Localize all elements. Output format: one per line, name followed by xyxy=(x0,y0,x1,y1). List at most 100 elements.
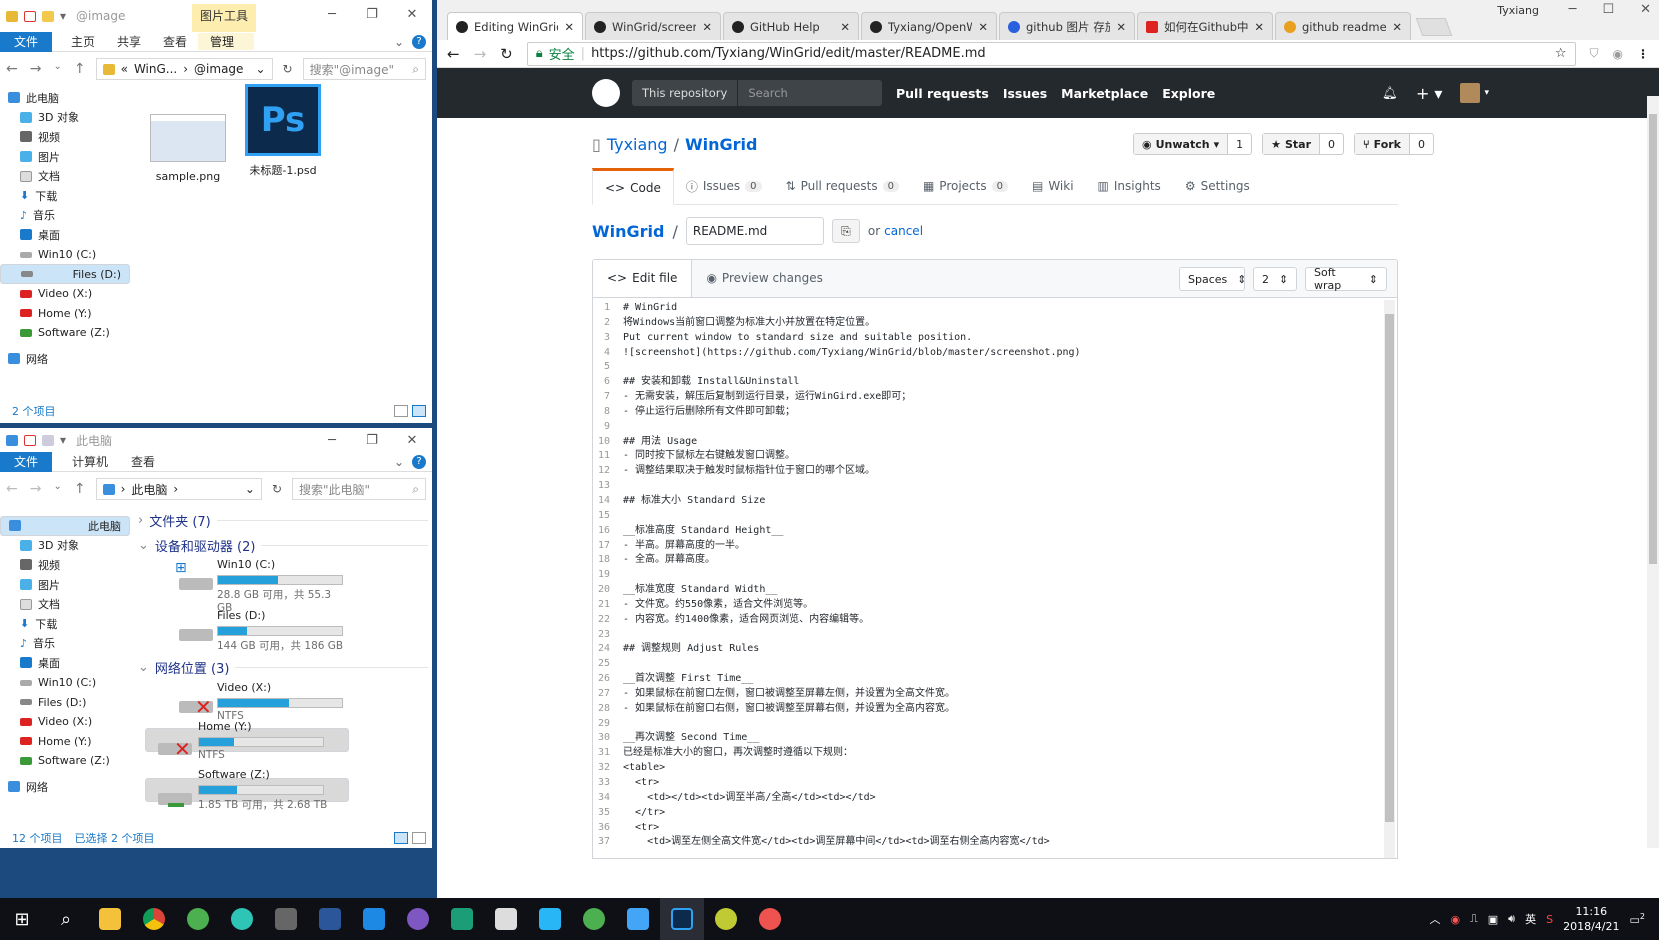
sidebar-item-drive-y[interactable]: Home (Y:) xyxy=(0,732,130,752)
code-line[interactable]: 5 xyxy=(593,360,1383,375)
code-line[interactable]: 27 - 如果鼠标在前窗口左侧，窗口被调整至屏幕左侧，并设置为全高文件宽。 xyxy=(593,687,1383,702)
group-devices[interactable]: ⌄ 设备和驱动器 (2) xyxy=(138,536,428,555)
maximize-icon[interactable]: ☐ xyxy=(1602,2,1614,17)
code-line[interactable]: 13 xyxy=(593,479,1383,494)
minimize-icon[interactable]: ─ xyxy=(312,428,352,452)
sidebar-item-videos[interactable]: 视频 xyxy=(0,555,130,575)
browser-tab[interactable]: 如何在Github中添 ✕ xyxy=(1137,12,1273,40)
address-bar[interactable]: › 此电脑 › ⌄ xyxy=(95,478,262,500)
sidebar-item-drive-c[interactable]: Win10 (C:) xyxy=(0,673,130,693)
bell-icon[interactable]: 🔔︎ xyxy=(1382,85,1398,101)
search-input[interactable]: 搜索"此电脑" ⌕ xyxy=(292,478,426,500)
group-network-locations[interactable]: ⌄ 网络位置 (3) xyxy=(138,658,428,677)
code-area[interactable]: 1 # WinGrid 2 将Windows当前窗口调整为标准大小并放置在特定位置。 3… xyxy=(593,300,1383,858)
nav-link-issues[interactable]: Issues xyxy=(1003,86,1047,101)
code-line[interactable]: 10 ## 用法 Usage xyxy=(593,435,1383,450)
minimize-icon[interactable]: ─ xyxy=(1569,2,1577,17)
help-icon[interactable]: ? xyxy=(412,34,426,49)
code-line[interactable]: 12 - 调整结果取决于触发时鼠标指针位于窗口的哪个区域。 xyxy=(593,464,1383,479)
notifications-icon[interactable]: ▭2 xyxy=(1630,912,1646,927)
tab-projects[interactable]: ▦ Projects 0 xyxy=(911,168,1020,204)
drive-item-d[interactable]: Files (D:) 144 GB 可用，共 186 GB xyxy=(145,605,349,653)
drive-item-z[interactable]: Software (Z:) 1.85 TB 可用，共 2.68 TB xyxy=(145,768,349,811)
new-folder-icon[interactable] xyxy=(42,434,54,446)
back-arrow-icon[interactable]: ← xyxy=(447,45,460,63)
tab-preview-changes[interactable]: ◉ Preview changes xyxy=(692,260,836,297)
tab-manage[interactable]: 管理 xyxy=(198,33,254,50)
github-search[interactable]: This repository Search xyxy=(632,80,882,106)
details-view-icon[interactable] xyxy=(394,405,408,417)
tab-wiki[interactable]: ▤ Wiki xyxy=(1020,168,1086,204)
chevron-down-icon[interactable]: ⌄ xyxy=(245,482,255,496)
bookmark-star-icon[interactable]: ☆ xyxy=(1555,46,1567,61)
code-line[interactable]: 9 xyxy=(593,420,1383,435)
code-line[interactable]: 16 __标准高度 Standard Height__ xyxy=(593,524,1383,539)
cancel-link[interactable]: cancel xyxy=(884,224,923,238)
properties-icon[interactable] xyxy=(24,434,36,446)
expand-ribbon-icon[interactable]: ⌄ xyxy=(394,455,404,469)
sidebar-item-desktop[interactable]: 桌面 xyxy=(0,225,130,245)
back-arrow-icon[interactable]: ← xyxy=(6,481,18,497)
close-tab-icon[interactable]: ✕ xyxy=(564,20,574,34)
close-icon[interactable]: ✕ xyxy=(392,0,432,28)
profile-name[interactable]: Tyxiang xyxy=(1497,4,1539,17)
url-bar[interactable]: 🔒︎ 安全 | https://github.com/Tyxiang/WinGr… xyxy=(526,41,1576,66)
new-tab-button[interactable] xyxy=(1415,18,1453,36)
taskbar-app[interactable] xyxy=(616,898,660,940)
up-arrow-icon[interactable]: ↑ xyxy=(74,61,86,77)
code-line[interactable]: 19 xyxy=(593,568,1383,583)
code-line[interactable]: 35 </tr> xyxy=(593,806,1383,821)
sidebar-item-this-pc[interactable]: 此电脑 xyxy=(0,516,130,536)
code-line[interactable]: 11 - 同时按下鼠标左右键触发窗口调整。 xyxy=(593,449,1383,464)
plus-icon[interactable]: + ▾ xyxy=(1416,84,1443,103)
tab-file[interactable]: 文件 xyxy=(0,31,52,52)
code-line[interactable]: 21 - 文件宽。约550像素，适合文件浏览等。 xyxy=(593,598,1383,613)
extension-icon[interactable]: ◉ xyxy=(1613,47,1623,61)
minimize-icon[interactable]: ─ xyxy=(312,0,352,28)
refresh-icon[interactable]: ↻ xyxy=(272,482,282,496)
extension-icon[interactable]: ⛉ xyxy=(1590,46,1599,61)
forward-arrow-icon[interactable]: → xyxy=(30,61,42,77)
large-icons-view-icon[interactable] xyxy=(412,405,426,417)
code-line[interactable]: 26 __首次调整 First Time__ xyxy=(593,672,1383,687)
sidebar-item-3d[interactable]: 3D 对象 xyxy=(0,108,130,128)
taskbar-app-photoshop[interactable] xyxy=(660,898,704,940)
sidebar-item-pictures[interactable]: 图片 xyxy=(0,147,130,167)
large-icons-view-icon[interactable] xyxy=(412,832,426,844)
network-icon[interactable]: ▣ xyxy=(1488,913,1498,926)
code-line[interactable]: 22 - 内容宽。约1400像素，适合网页浏览、内容编辑等。 xyxy=(593,613,1383,628)
close-icon[interactable]: ✕ xyxy=(392,428,432,452)
sidebar-item-network[interactable]: 网络 xyxy=(0,777,130,797)
up-arrow-icon[interactable]: ↑ xyxy=(74,481,86,497)
sidebar-item-music[interactable]: ♪ 音乐 xyxy=(0,206,130,226)
code-line[interactable]: 29 xyxy=(593,717,1383,732)
recent-chevron-icon[interactable]: ⌄ xyxy=(53,61,61,77)
sidebar-item-desktop[interactable]: 桌面 xyxy=(0,653,130,673)
close-tab-icon[interactable]: ✕ xyxy=(978,20,988,34)
properties-icon[interactable] xyxy=(24,10,36,22)
taskbar-app[interactable] xyxy=(176,898,220,940)
code-line[interactable]: 32 <table> xyxy=(593,761,1383,776)
sidebar-item-drive-y[interactable]: Home (Y:) xyxy=(0,304,130,324)
code-line[interactable]: 24 ## 调整规则 Adjust Rules xyxy=(593,642,1383,657)
code-line[interactable]: 7 - 无需安装，解压后复制到运行目录，运行WinGird.exe即可； xyxy=(593,390,1383,405)
close-tab-icon[interactable]: ✕ xyxy=(840,20,850,34)
sidebar-item-3d[interactable]: 3D 对象 xyxy=(0,536,130,556)
close-tab-icon[interactable]: ✕ xyxy=(1116,20,1126,34)
browser-tab[interactable]: github readme.m ✕ xyxy=(1275,12,1411,40)
file-item-sample[interactable]: sample.png xyxy=(138,110,238,183)
sidebar-item-drive-d[interactable]: Files (D:) xyxy=(0,692,130,712)
sidebar-item-network[interactable]: 网络 xyxy=(0,349,130,369)
tray-app-icon[interactable]: ◉ xyxy=(1450,913,1460,926)
browser-tab[interactable]: Tyxiang/OpenWit ✕ xyxy=(861,12,997,40)
code-line[interactable]: 17 - 半高。屏幕高度的一半。 xyxy=(593,539,1383,554)
close-tab-icon[interactable]: ✕ xyxy=(1254,20,1264,34)
tab-pull-requests[interactable]: ⇅ Pull requests 0 xyxy=(774,168,911,204)
browser-tab[interactable]: WinGrid/screensh ✕ xyxy=(585,12,721,40)
tray-app-icon[interactable]: S xyxy=(1546,913,1553,926)
tab-computer[interactable]: 计算机 xyxy=(60,453,120,470)
sidebar-item-drive-z[interactable]: Software (Z:) xyxy=(0,751,130,771)
wrap-mode-select[interactable]: Soft wrap ⇕ xyxy=(1305,266,1387,292)
volume-icon[interactable]: 🔊︎ xyxy=(1508,912,1515,926)
sidebar-item-music[interactable]: ♪ 音乐 xyxy=(0,634,130,654)
